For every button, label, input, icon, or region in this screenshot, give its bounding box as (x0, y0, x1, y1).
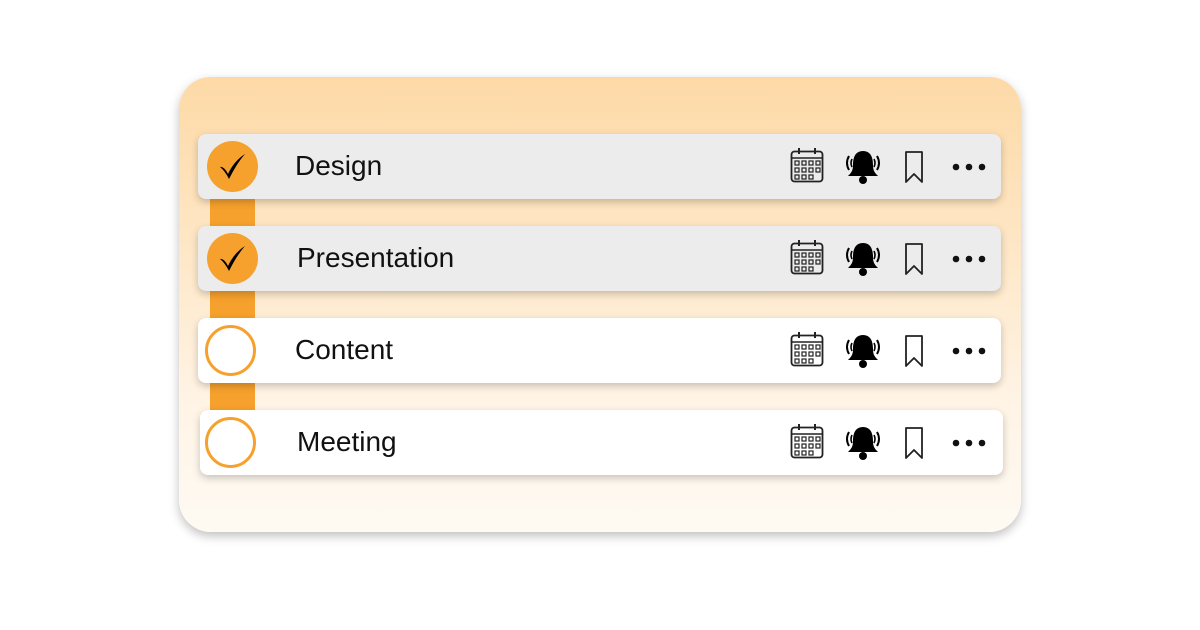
task-label: Meeting (297, 426, 397, 457)
task-checkbox-checked[interactable] (207, 233, 258, 284)
task-checkbox-checked[interactable] (207, 141, 258, 192)
calendar-icon[interactable] (790, 147, 824, 183)
calendar-icon[interactable] (790, 423, 824, 459)
task-label: Design (295, 150, 383, 181)
bookmark-icon[interactable] (904, 334, 924, 368)
task-checkbox-unchecked[interactable] (205, 325, 256, 376)
bookmark-icon[interactable] (904, 242, 924, 276)
alarm-bell-icon[interactable] (843, 148, 883, 186)
more-options-icon[interactable] (952, 347, 986, 355)
task-row-meeting[interactable]: Meeting (200, 410, 1003, 475)
more-options-icon[interactable] (952, 439, 986, 447)
bookmark-icon[interactable] (904, 150, 924, 184)
task-connector (210, 380, 255, 412)
task-row-content[interactable]: Content (198, 318, 1001, 383)
calendar-icon[interactable] (790, 331, 824, 367)
more-options-icon[interactable] (952, 163, 986, 171)
task-label: Content (295, 334, 394, 365)
alarm-bell-icon[interactable] (843, 240, 883, 278)
task-row-presentation[interactable]: Presentation (198, 226, 1001, 291)
task-checkbox-unchecked[interactable] (205, 417, 256, 468)
task-label: Presentation (297, 242, 455, 273)
alarm-bell-icon[interactable] (843, 424, 883, 462)
alarm-bell-icon[interactable] (843, 332, 883, 370)
more-options-icon[interactable] (952, 255, 986, 263)
task-row-design[interactable]: Design (198, 134, 1001, 199)
task-connector (210, 196, 255, 228)
checkmark-icon (220, 246, 245, 271)
bookmark-icon[interactable] (904, 426, 924, 460)
calendar-icon[interactable] (790, 239, 824, 275)
task-connector (210, 288, 255, 320)
checkmark-icon (220, 154, 245, 179)
